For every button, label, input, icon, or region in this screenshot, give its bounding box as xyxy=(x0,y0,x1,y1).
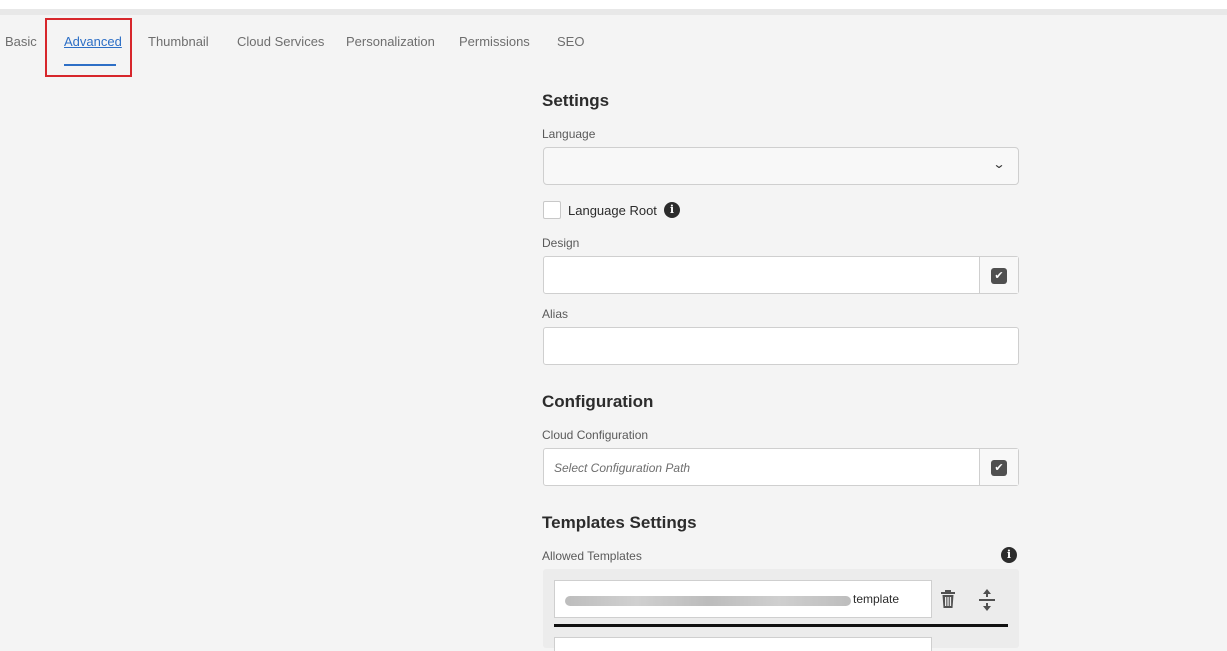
info-icon[interactable]: i xyxy=(664,202,680,218)
chevron-down-icon: ⌄ xyxy=(992,157,1006,171)
cloud-configuration-picker-button[interactable]: ✔ xyxy=(979,449,1018,485)
allowed-template-input[interactable]: template xyxy=(554,580,932,618)
redacted-text xyxy=(565,596,851,606)
language-root-checkbox[interactable] xyxy=(543,201,561,219)
info-icon[interactable]: i xyxy=(1001,547,1017,563)
design-path-field: ✔ xyxy=(543,256,1019,294)
cloud-configuration-field: Select Configuration Path ✔ xyxy=(543,448,1019,486)
checkmark-icon: ✔ xyxy=(991,268,1007,284)
language-select[interactable]: ⌄ xyxy=(543,147,1019,185)
allowed-template-value: template xyxy=(853,592,900,606)
top-strip xyxy=(0,0,1227,9)
tab-bar: Basic Advanced Thumbnail Cloud Services … xyxy=(0,16,1227,77)
tab-thumbnail[interactable]: Thumbnail xyxy=(148,34,209,49)
alias-input[interactable] xyxy=(543,327,1019,365)
settings-heading: Settings xyxy=(542,91,610,110)
cloud-configuration-input[interactable]: Select Configuration Path xyxy=(544,449,979,485)
tab-personalization[interactable]: Personalization xyxy=(346,34,435,49)
language-root-label: Language Root xyxy=(568,203,657,218)
tab-permissions[interactable]: Permissions xyxy=(459,34,530,49)
allowed-template-input[interactable] xyxy=(554,637,932,651)
allowed-templates-label: Allowed Templates xyxy=(542,549,642,563)
design-picker-button[interactable]: ✔ xyxy=(979,257,1018,293)
highlight-annotation-box xyxy=(45,18,132,77)
drag-indicator-bar xyxy=(554,624,1008,627)
configuration-heading: Configuration xyxy=(542,392,654,411)
design-label: Design xyxy=(542,236,580,250)
tab-seo[interactable]: SEO xyxy=(557,34,584,49)
alias-label: Alias xyxy=(542,307,569,321)
language-label: Language xyxy=(542,127,596,141)
cloud-configuration-label: Cloud Configuration xyxy=(542,428,649,442)
top-divider xyxy=(0,9,1227,15)
trash-icon[interactable] xyxy=(940,590,956,608)
templates-settings-heading: Templates Settings xyxy=(542,513,697,532)
allowed-templates-multifield: template xyxy=(543,569,1019,651)
checkmark-icon: ✔ xyxy=(991,460,1007,476)
tab-basic[interactable]: Basic xyxy=(5,34,37,49)
tab-cloud-services[interactable]: Cloud Services xyxy=(237,34,324,49)
design-input[interactable] xyxy=(544,257,979,293)
reorder-icon[interactable] xyxy=(979,589,995,611)
